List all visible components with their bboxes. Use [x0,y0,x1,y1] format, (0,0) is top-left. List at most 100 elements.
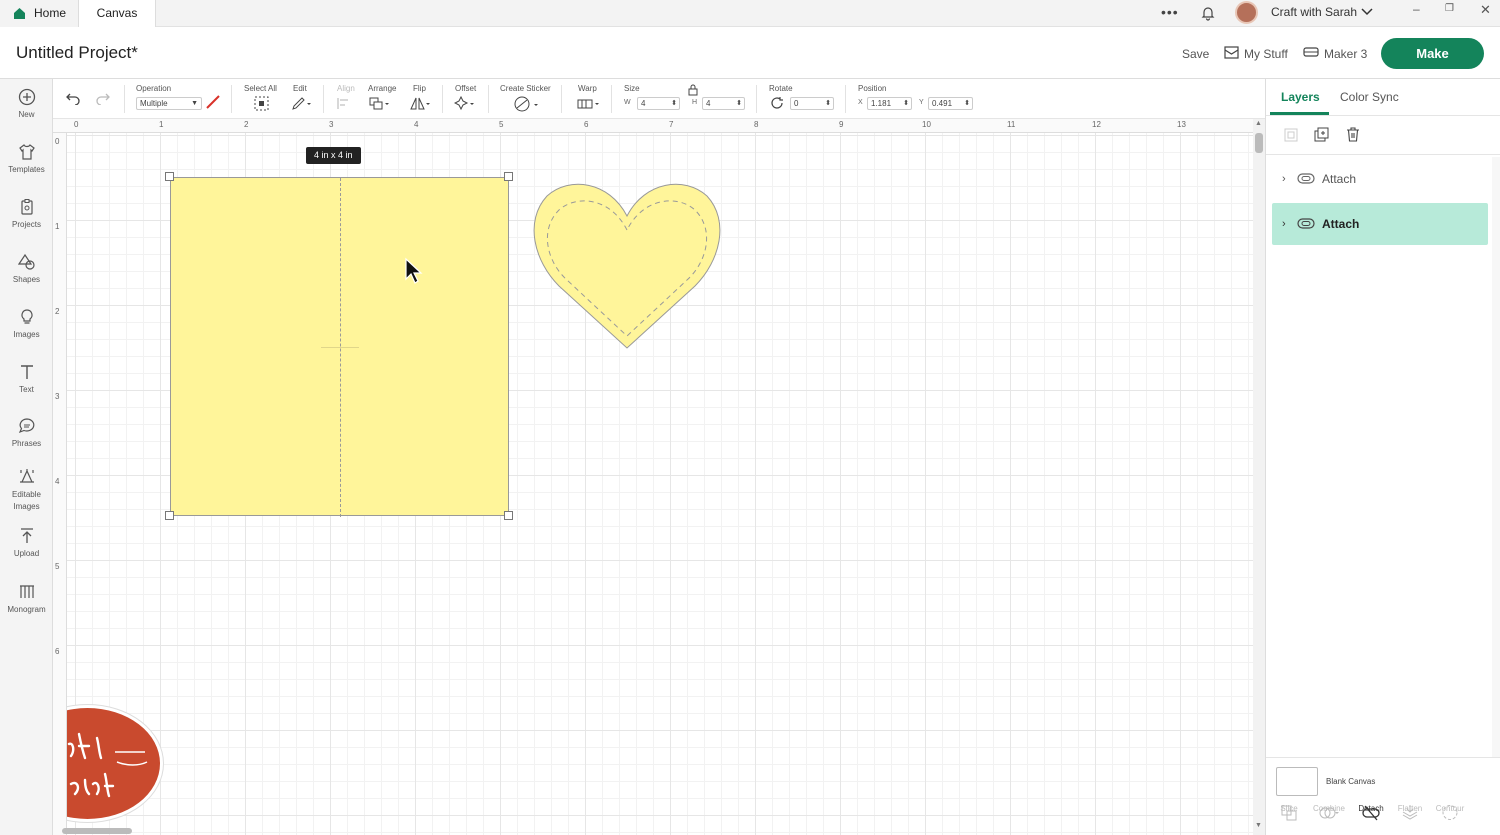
tab-home[interactable]: Home [0,0,78,27]
ruler-tick-label: 9 [839,120,844,129]
sidebar-item-monogram[interactable]: Monogram [0,583,53,616]
sidebar-item-images[interactable]: Images [0,308,53,341]
toolbar-divider [231,85,232,113]
avatar[interactable] [1235,1,1258,24]
ruler-tick-label: 0 [74,120,79,129]
scroll-down-icon[interactable]: ▼ [1255,822,1262,829]
ruler-tick-label: 1 [159,120,164,129]
toolbar-divider [442,85,443,113]
x-label: X [858,99,863,106]
ruler-tick-label: 6 [55,647,60,656]
tab-layers[interactable]: Layers [1281,90,1320,104]
sidebar-item-text[interactable]: Text [0,363,53,396]
ruler-tick-label: 5 [499,120,504,129]
ruler-horizontal: 0 1 2 3 4 5 6 7 8 9 10 11 12 13 [53,119,1253,133]
vertical-scrollbar[interactable]: ▲ ▼ [1253,119,1265,835]
x-input[interactable]: 1.181 ⬍ [867,97,912,110]
projects-icon [20,199,33,215]
my-stuff-button[interactable]: My Stuff [1244,47,1288,61]
blank-canvas-thumbnail[interactable] [1276,767,1318,796]
attach-icon [1297,173,1315,184]
redo-icon[interactable] [95,91,111,105]
panel-scrollbar[interactable] [1492,157,1500,757]
flip-label: Flip [413,84,426,93]
lock-icon[interactable] [688,84,698,96]
resize-handle[interactable] [165,172,174,181]
arrange-icon[interactable] [369,96,391,111]
shapes-icon [17,253,35,270]
height-input[interactable]: 4 ⬍ [702,97,745,110]
flip-icon[interactable] [410,96,432,111]
plus-circle-icon [18,88,35,106]
rotate-input[interactable]: 0 ⬍ [790,97,834,110]
group-icon[interactable] [1283,127,1299,143]
sidebar-item-templates[interactable]: Templates [0,143,53,176]
tab-canvas-label: Canvas [96,6,138,20]
y-input[interactable]: 0.491 ⬍ [928,97,973,110]
height-label: H [692,99,698,106]
align-icon[interactable] [336,96,358,111]
ruler-tick-label: 0 [55,137,60,146]
minimize-icon[interactable]: – [1413,2,1420,16]
y-value: 0.491 [932,99,953,108]
card-rectangle[interactable] [170,177,509,517]
more-icon[interactable]: ••• [1161,4,1179,20]
restore-icon[interactable]: ❐ [1445,3,1454,14]
make-button[interactable]: Make [1381,38,1484,69]
chevron-right-icon[interactable]: › [1282,158,1286,200]
sidebar-item-shapes[interactable]: Shapes [0,253,53,286]
horizontal-scroll-thumb[interactable] [62,828,132,834]
design-canvas[interactable]: 4 in x 4 in [67,133,1253,835]
ruler-tick-label: 3 [329,120,334,129]
sidebar-item-new[interactable]: New [0,88,53,121]
save-button[interactable]: Save [1182,47,1209,61]
speech-bubble-icon [18,418,34,434]
sidebar-item-upload[interactable]: Upload [0,527,53,560]
layer-row[interactable]: › Attach [1272,158,1488,200]
sidebar-item-editable-images[interactable]: Editable Images [0,468,53,513]
machine-selector[interactable]: Maker 3 [1324,47,1367,61]
trash-icon[interactable] [1345,126,1361,143]
toolbar-divider [561,85,562,113]
scroll-up-icon[interactable]: ▲ [1255,120,1262,127]
scroll-thumb[interactable] [1255,133,1263,153]
ruler-tick-label: 1 [55,222,60,231]
resize-handle[interactable] [165,511,174,520]
bell-icon[interactable] [1200,5,1216,21]
stepper-icon[interactable]: ⬍ [964,98,970,109]
create-sticker-label: Create Sticker [500,84,551,93]
resize-handle[interactable] [504,511,513,520]
chevron-down-icon[interactable] [1361,7,1373,17]
sidebar-item-phrases[interactable]: Phrases [0,417,53,450]
ruler-tick-label: 4 [55,477,60,486]
resize-handle[interactable] [504,172,513,181]
stepper-icon[interactable]: ⬍ [671,98,677,109]
user-name[interactable]: Craft with Sarah [1271,5,1357,19]
sidebar-label: Editable Images [12,490,41,511]
select-all-icon[interactable] [254,96,269,111]
width-input[interactable]: 4 ⬍ [637,97,680,110]
envelope-icon [1224,46,1239,59]
layer-row-selected[interactable]: › Attach [1272,203,1488,245]
operation-select[interactable]: Multiple ▼ [136,97,202,110]
stepper-icon[interactable]: ⬍ [736,98,742,109]
sidebar-item-projects[interactable]: Projects [0,198,53,231]
close-icon[interactable]: ✕ [1480,2,1491,18]
sidebar-label: Phrases [11,439,42,448]
tab-color-sync[interactable]: Color Sync [1340,90,1399,104]
pen-color-icon[interactable] [206,95,220,109]
warp-icon[interactable] [576,96,602,111]
stepper-icon[interactable]: ⬍ [825,98,831,109]
sticker-icon[interactable] [514,96,540,113]
edit-pencil-icon[interactable] [291,96,313,111]
project-title[interactable]: Untitled Project* [16,43,138,63]
chevron-right-icon[interactable]: › [1282,203,1286,245]
offset-icon[interactable] [454,96,476,111]
heart-shape[interactable] [529,176,725,352]
select-all-label: Select All [244,84,277,93]
duplicate-icon[interactable] [1314,127,1330,143]
operation-value: Multiple [140,99,168,108]
tab-canvas[interactable]: Canvas [78,0,156,27]
undo-icon[interactable] [65,91,81,105]
stepper-icon[interactable]: ⬍ [903,98,909,109]
